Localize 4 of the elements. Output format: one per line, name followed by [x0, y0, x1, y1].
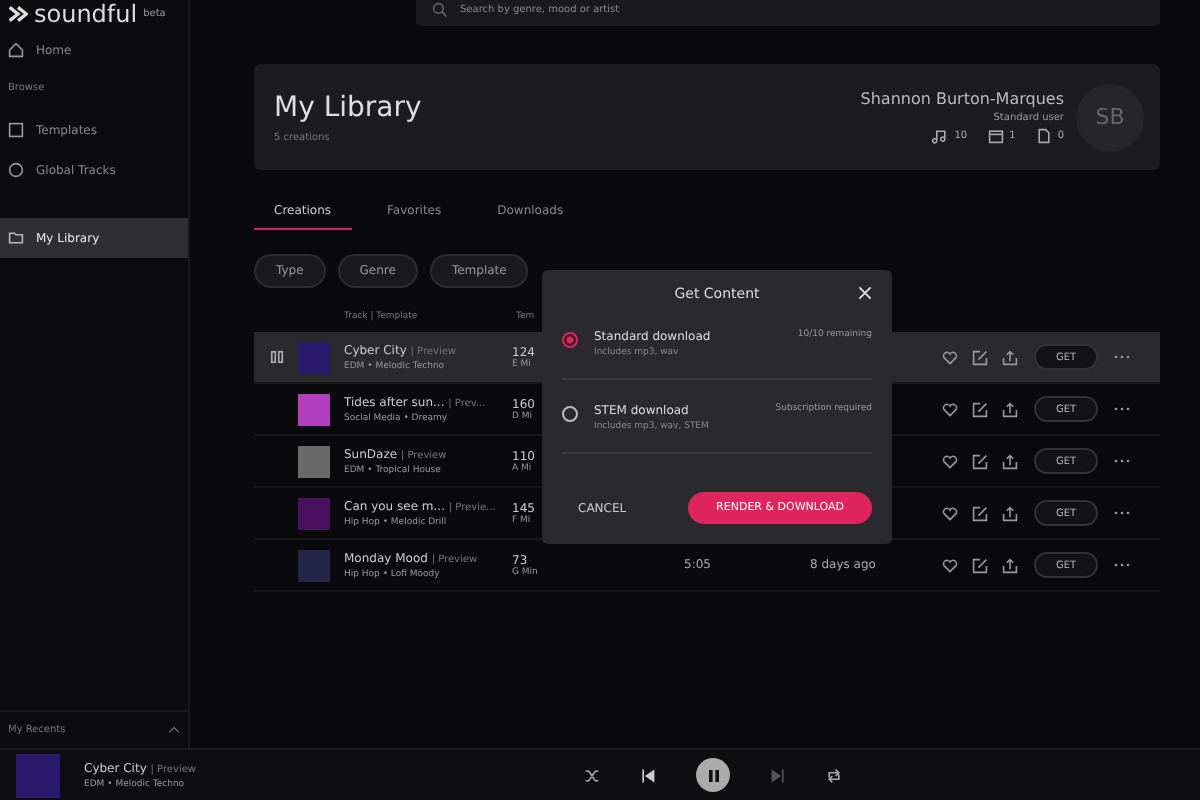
brand-name: soundful — [34, 0, 138, 28]
user-name: Shannon Burton-Marques — [860, 90, 1064, 108]
user-avatar: SB — [1076, 83, 1144, 151]
page-title: My Library — [274, 91, 424, 123]
